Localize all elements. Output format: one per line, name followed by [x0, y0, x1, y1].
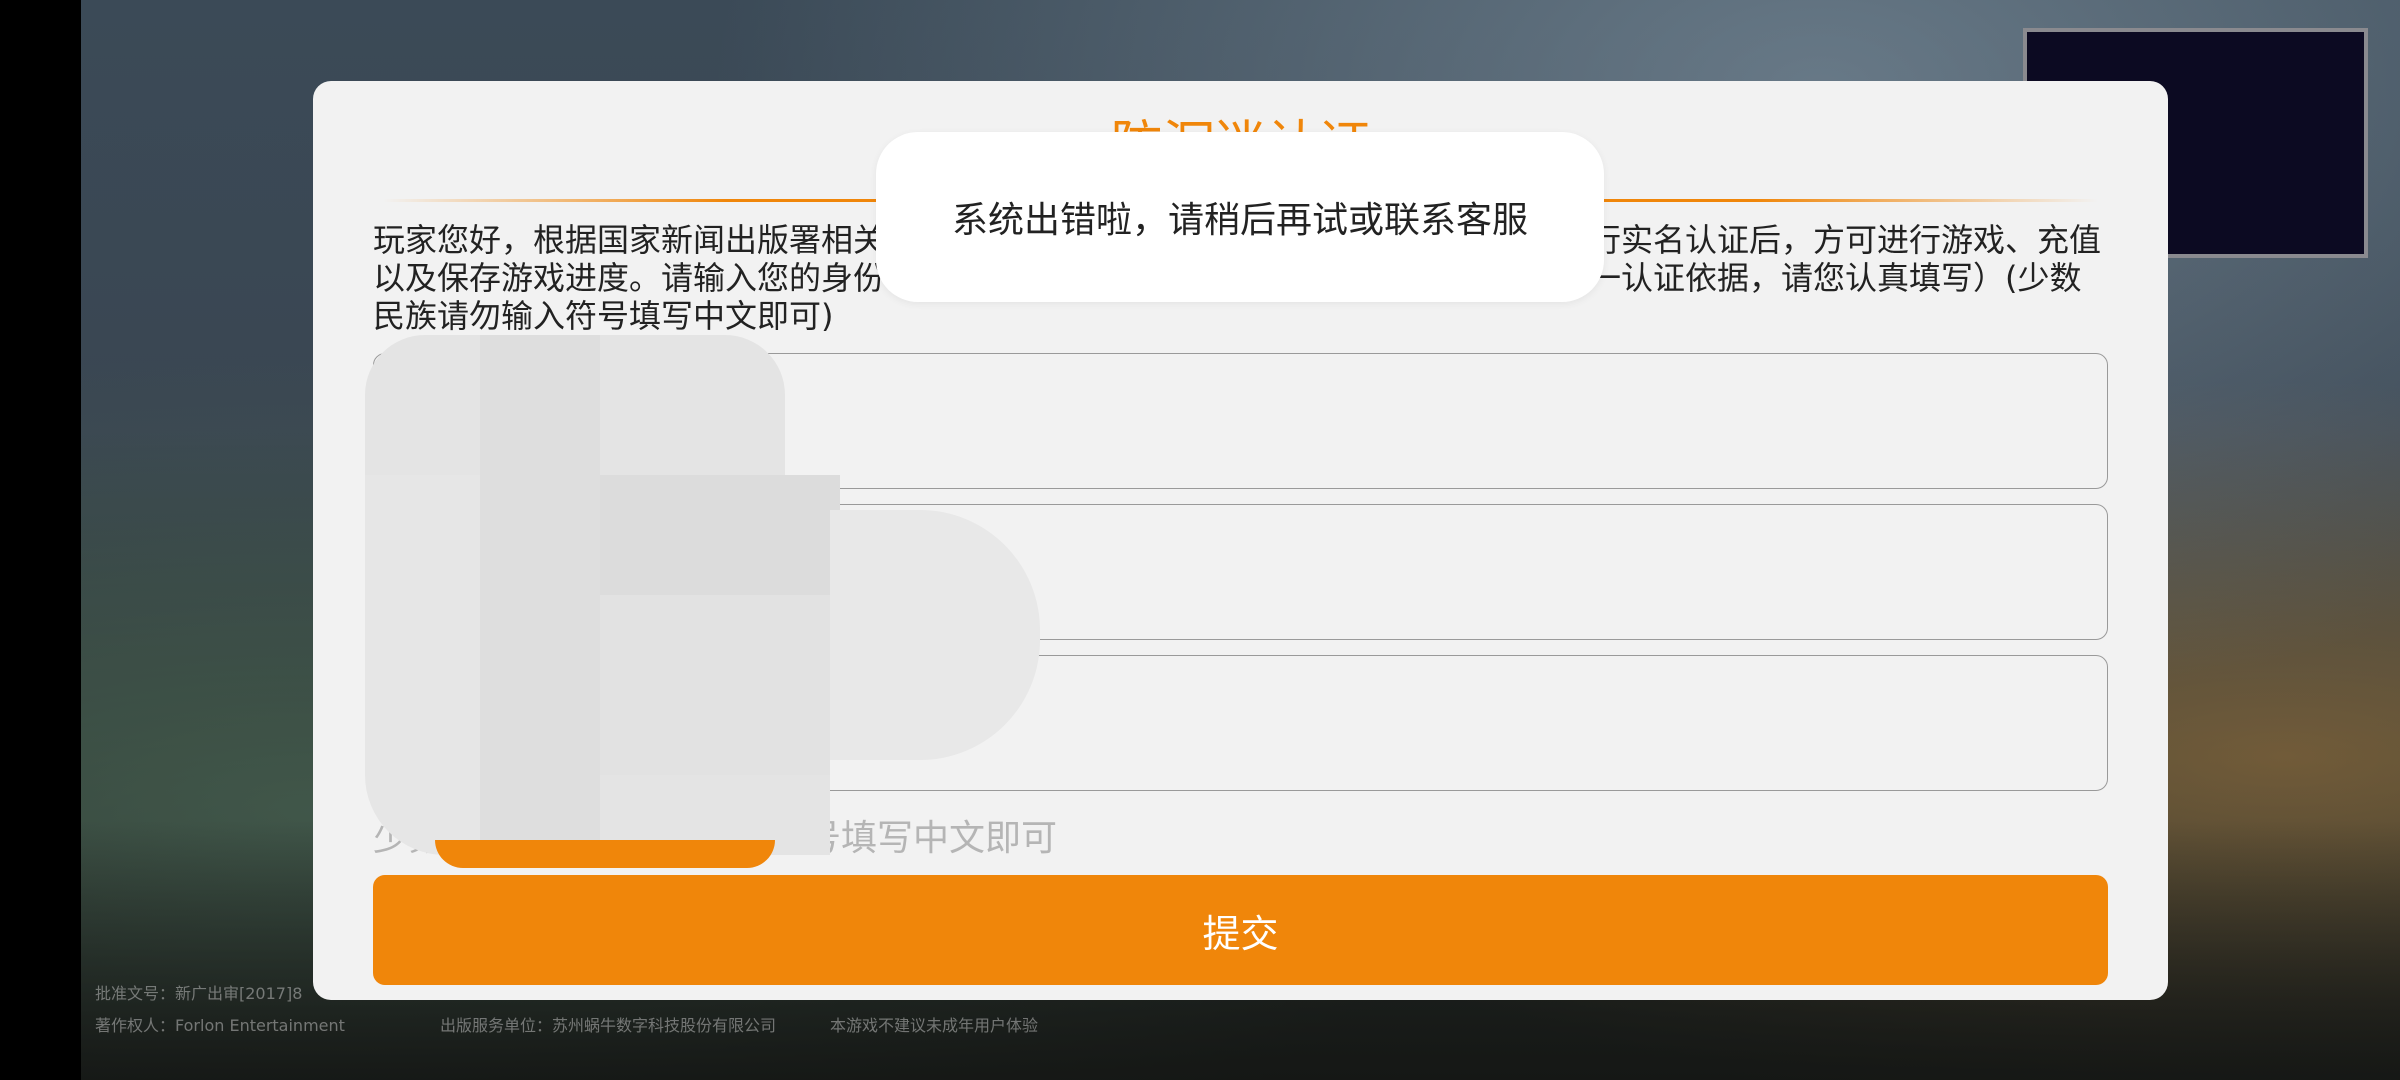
submit-button[interactable]: 提交: [373, 875, 2108, 985]
left-black-bar: [0, 0, 81, 1080]
error-toast: 系统出错啦，请稍后再试或联系客服: [876, 132, 1604, 302]
footer-age-notice: 本游戏不建议未成年用户体验: [830, 1016, 1039, 1035]
footer-publisher: 出版服务单位：苏州蜗牛数字科技股份有限公司: [440, 1016, 777, 1035]
phone-field[interactable]: [373, 655, 2108, 791]
id-number-field[interactable]: [373, 353, 2108, 489]
ethnic-hint: 少数民族姓名，请勿输入符号填写中文即可: [373, 818, 1058, 859]
id-number-input[interactable]: [374, 354, 2107, 488]
footer-approval: 批准文号：新广出审[2017]8: [95, 984, 303, 1003]
phone-input[interactable]: [374, 656, 2107, 790]
footer-copyright: 著作权人：Forlon Entertainment: [95, 1016, 345, 1035]
name-field[interactable]: [373, 504, 2108, 640]
name-input[interactable]: [374, 505, 2107, 639]
